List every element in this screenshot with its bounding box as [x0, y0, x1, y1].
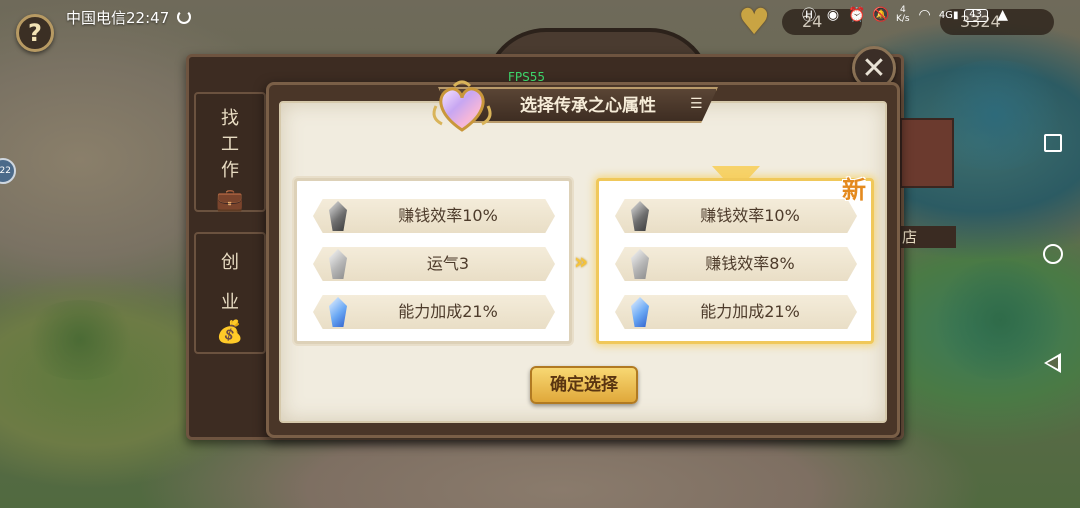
menu-icon: ☰ — [690, 96, 703, 112]
silver-crystal-icon — [329, 249, 347, 279]
tab-startup-char: 业 — [221, 292, 239, 313]
attribute-label: 能力加成21% — [700, 302, 800, 321]
money-bag-icon: 💰 — [216, 320, 244, 345]
battery-icon: 43 — [963, 8, 988, 22]
tab-find-job-char: 作 — [221, 160, 239, 181]
help-button[interactable]: ? — [16, 14, 54, 52]
attribute-row: 赚钱效率10% — [313, 199, 555, 233]
clock: 22:47 — [126, 9, 170, 27]
heart-emblem-icon — [432, 80, 492, 132]
tab-startup-char: 创 — [221, 252, 239, 273]
attribute-row: 赚钱效率10% — [615, 199, 857, 233]
recent-apps-button[interactable] — [1044, 134, 1062, 152]
tab-find-job[interactable]: 找 工 作 💼 — [194, 92, 266, 213]
dialog-title: 选择传承之心属性 — [520, 96, 656, 116]
mute-icon: 🔕 — [872, 7, 890, 23]
back-button[interactable] — [1044, 353, 1061, 373]
gray-crystal-icon — [329, 201, 347, 231]
eye-icon: ◉ — [826, 7, 840, 23]
attribute-label: 运气3 — [426, 254, 470, 273]
charging-icon: ▲ — [997, 7, 1009, 23]
briefcase-icon: 💼 — [216, 188, 244, 213]
new-attributes-card[interactable]: 赚钱效率10% 赚钱效率8% 能力加成21% — [596, 178, 874, 344]
signal-icon: 4G ▮ — [938, 9, 959, 21]
map-tree-cluster — [20, 300, 140, 380]
attribute-row: 运气3 — [313, 247, 555, 281]
system-icons: Ⓗ ◉ ⏰ 🔕 4 K/s ◠ 4G ▮ 43 ▲ — [800, 5, 1012, 25]
current-attributes-card[interactable]: 赚钱效率10% 运气3 能力加成21% — [294, 178, 572, 344]
shop-label[interactable]: 店 — [892, 226, 956, 248]
map-building — [900, 118, 954, 188]
attribute-label: 赚钱效率10% — [700, 206, 800, 225]
attribute-label: 赚钱效率10% — [398, 206, 498, 225]
heart-currency-icon: ♥ — [738, 2, 771, 43]
network-speed: 4 K/s — [896, 5, 910, 24]
tab-find-job-char: 找 — [221, 108, 239, 129]
blue-crystal-icon — [631, 297, 649, 327]
tab-find-job-char: 工 — [221, 134, 239, 155]
wifi-icon: ◠ — [918, 7, 931, 23]
tab-startup[interactable]: 创 业 💰 — [194, 232, 266, 354]
carrier-and-time: 中国电信22:47 — [66, 7, 169, 28]
carrier-name: 中国电信 — [66, 9, 127, 27]
attribute-label: 赚钱效率8% — [705, 254, 795, 273]
double-chevron-right-icon: » — [574, 250, 588, 275]
attribute-row: 能力加成21% — [313, 295, 555, 329]
sync-icon — [177, 10, 191, 24]
confirm-selection-button[interactable]: 确定选择 — [530, 366, 638, 404]
gray-crystal-icon — [631, 201, 649, 231]
home-button[interactable] — [1043, 244, 1063, 264]
silver-crystal-icon — [631, 249, 649, 279]
fps-counter: FPS55 — [508, 70, 546, 84]
attribute-row: 赚钱效率8% — [615, 247, 857, 281]
hd-icon: Ⓗ — [802, 8, 816, 24]
attribute-row: 能力加成21% — [615, 295, 857, 329]
attribute-label: 能力加成21% — [398, 302, 498, 321]
new-badge: 新 — [842, 176, 866, 204]
alarm-icon: ⏰ — [848, 7, 866, 23]
blue-crystal-icon — [329, 297, 347, 327]
